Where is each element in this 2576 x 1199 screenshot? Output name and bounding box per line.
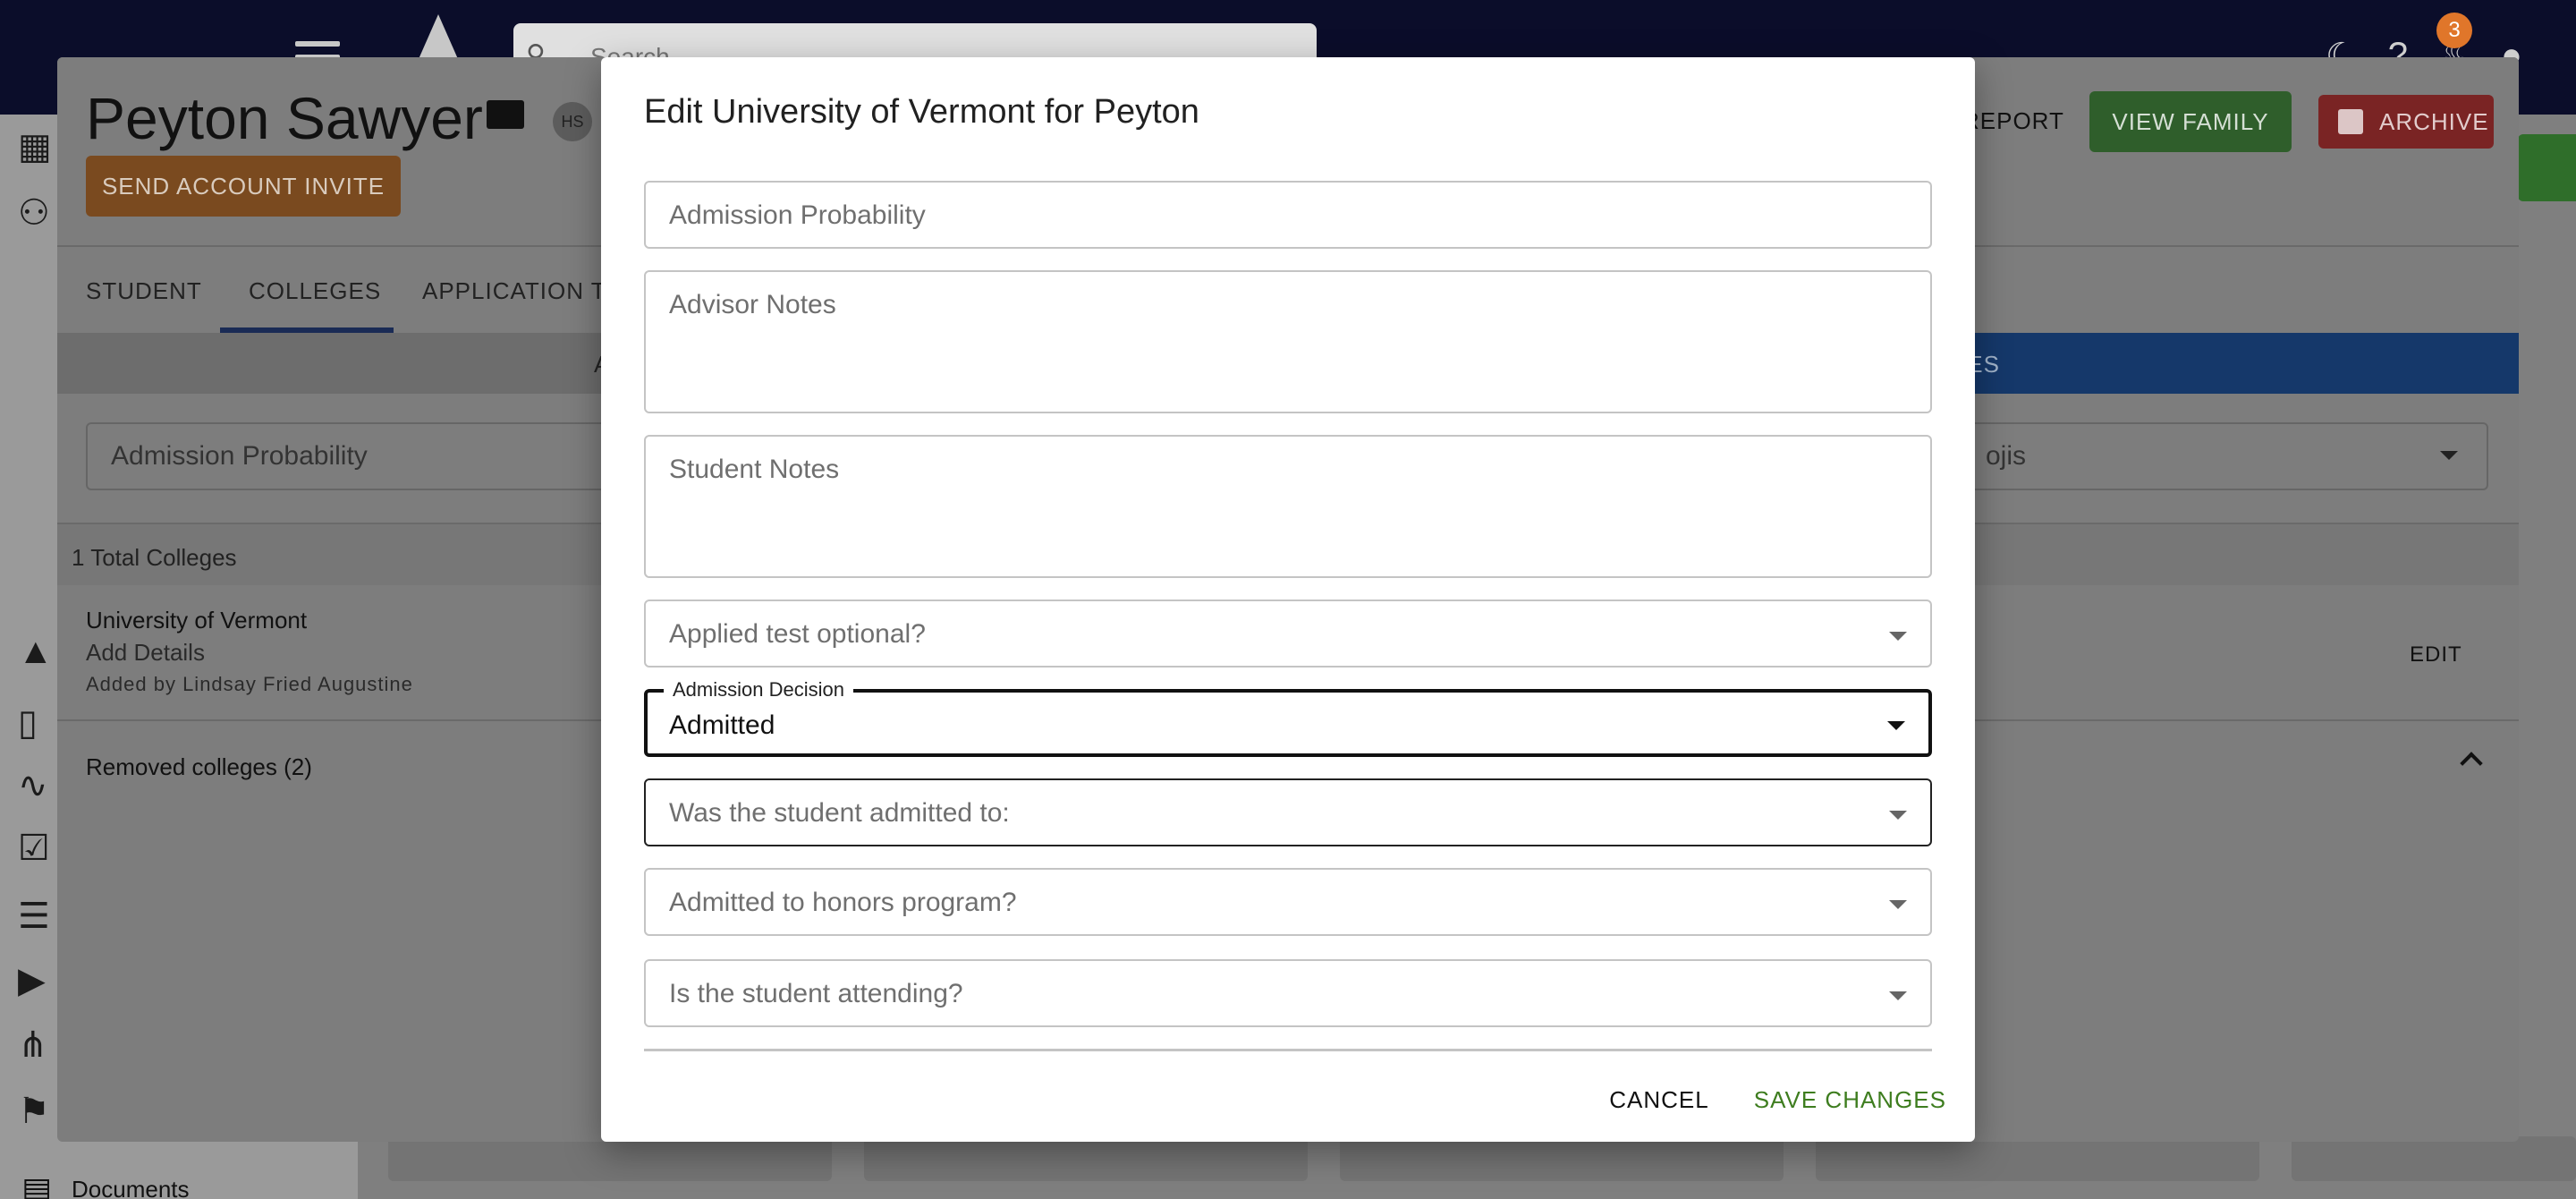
hs-badge: HS <box>553 102 592 141</box>
honors-program-select[interactable]: Admitted to honors program? <box>644 868 1932 936</box>
emoji-filter[interactable]: ojis <box>1961 422 2488 490</box>
chevron-down-icon <box>2440 451 2458 460</box>
attending-select[interactable]: Is the student attending? <box>644 959 1932 1027</box>
dashboard-icon[interactable]: ▦ <box>18 129 57 165</box>
dialog-title: Edit University of Vermont for Peyton <box>644 93 1199 131</box>
student-notes-placeholder: Student Notes <box>669 455 840 484</box>
chevron-down-icon <box>1887 721 1905 730</box>
app-logo[interactable] <box>419 14 458 59</box>
checklist-icon[interactable]: ☑ <box>18 830 57 866</box>
bg-green-button <box>2518 134 2576 201</box>
admission-decision-value: Admitted <box>669 710 775 740</box>
columns-icon[interactable]: ▯ <box>18 705 57 741</box>
video-icon[interactable]: ▶ <box>18 963 57 999</box>
people-icon[interactable]: ⚇ <box>18 195 57 231</box>
subbar-blue-tab[interactable] <box>1927 333 2519 394</box>
applied-test-optional-select[interactable]: Applied test optional? <box>644 600 1932 668</box>
admission-probability-field[interactable]: Admission Probability <box>644 181 1932 249</box>
honors-program-placeholder: Admitted to honors program? <box>669 888 1017 917</box>
admission-probability-filter[interactable]: Admission Probability <box>86 422 658 490</box>
bg-card <box>1816 1136 2259 1181</box>
admission-probability-placeholder: Admission Probability <box>669 200 926 230</box>
applied-test-optional-placeholder: Applied test optional? <box>669 619 926 649</box>
chart-icon[interactable]: ∿ <box>18 768 57 804</box>
student-name: Peyton Sawyer <box>86 85 483 151</box>
advisor-notes-field[interactable]: Advisor Notes <box>644 270 1932 413</box>
chevron-down-icon <box>1889 632 1907 641</box>
advisor-notes-placeholder: Advisor Notes <box>669 290 836 319</box>
report-button[interactable]: REPORT <box>1962 107 2064 135</box>
attending-placeholder: Is the student attending? <box>669 979 963 1008</box>
total-colleges-count: 1 Total Colleges <box>72 544 237 571</box>
bg-card <box>864 1136 1308 1181</box>
school-icon[interactable]: ▲ <box>18 634 57 669</box>
send-account-invite-button[interactable]: SEND ACCOUNT INVITE <box>86 156 401 217</box>
list-icon[interactable]: ☰ <box>18 898 57 934</box>
reading-icon[interactable]: ⚑ <box>18 1093 57 1129</box>
chevron-down-icon <box>1889 991 1907 1000</box>
chevron-down-icon <box>1889 900 1907 909</box>
college-name: University of Vermont <box>86 607 308 634</box>
added-by-text: Added by Lindsay Fried Augustine <box>86 673 413 695</box>
bg-card <box>388 1136 832 1181</box>
archive-button[interactable]: ARCHIVE <box>2318 95 2494 149</box>
bg-card <box>1340 1136 1784 1181</box>
cancel-button[interactable]: CANCEL <box>1609 1086 1708 1114</box>
view-family-button[interactable]: VIEW FAMILY <box>2089 91 2292 152</box>
tab-colleges[interactable]: COLLEGES <box>249 277 381 305</box>
next-field-edge <box>644 1049 1932 1051</box>
student-notes-field[interactable]: Student Notes <box>644 435 1932 578</box>
admission-decision-label: Admission Decision <box>664 678 853 702</box>
mail-icon[interactable] <box>487 100 524 129</box>
nav-documents-label: Documents <box>72 1175 190 1199</box>
chevron-up-icon[interactable] <box>2460 752 2483 775</box>
admitted-to-select[interactable]: Was the student admitted to: <box>644 778 1932 846</box>
document-icon: ▤ <box>21 1170 53 1199</box>
dialog-actions: CANCEL SAVE CHANGES <box>1609 1086 1946 1114</box>
nav-documents[interactable]: ▤ Documents <box>21 1170 190 1199</box>
edit-college-dialog: Edit University of Vermont for Peyton Ad… <box>601 57 1975 1142</box>
merge-icon[interactable]: ⋔ <box>18 1027 57 1063</box>
admission-decision-select[interactable]: Admission Decision Admitted <box>644 678 1932 757</box>
edit-college-button[interactable]: EDIT <box>2410 642 2462 668</box>
chevron-down-icon <box>1889 811 1907 820</box>
tab-application-tracker[interactable]: APPLICATION TR <box>422 277 623 305</box>
removed-colleges-toggle[interactable]: Removed colleges (2) <box>86 753 312 781</box>
tab-student[interactable]: STUDENT <box>86 277 202 305</box>
notification-badge: 3 <box>2436 13 2472 48</box>
add-details-link[interactable]: Add Details <box>86 639 205 667</box>
save-changes-button[interactable]: SAVE CHANGES <box>1754 1086 1946 1114</box>
admitted-to-placeholder: Was the student admitted to: <box>669 798 1010 828</box>
bg-card <box>2292 1136 2576 1181</box>
